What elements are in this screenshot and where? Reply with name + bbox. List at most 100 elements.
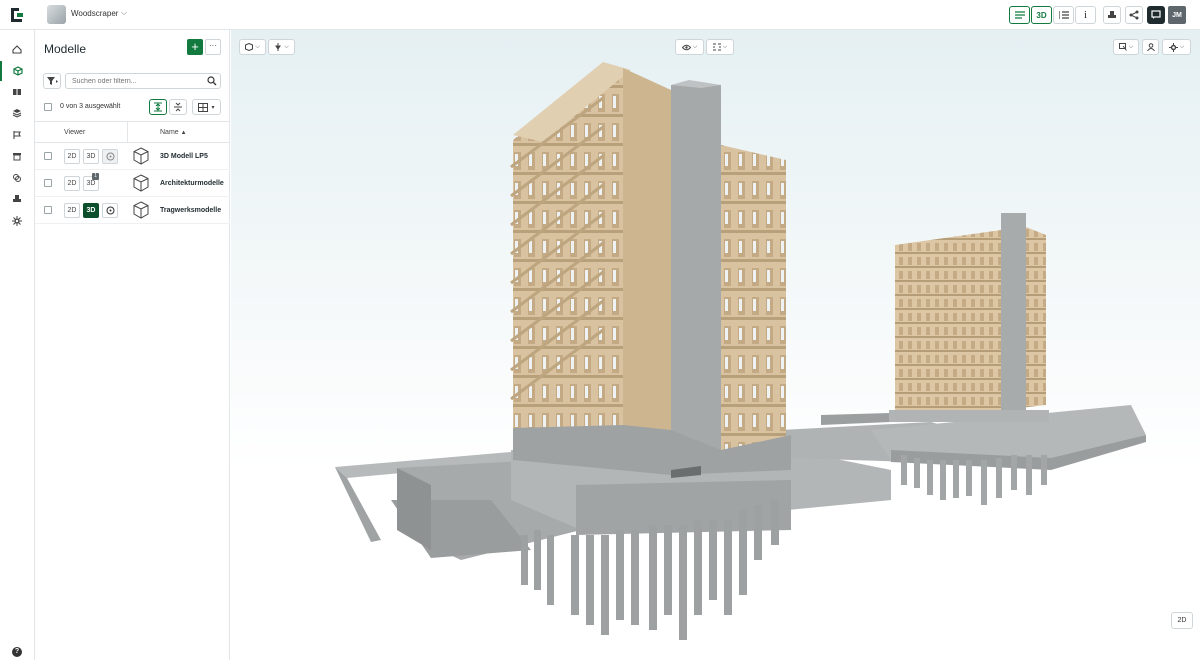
cube-icon xyxy=(245,43,254,51)
chevron-down-icon[interactable]: ⌵ xyxy=(121,8,127,18)
book-icon xyxy=(13,89,21,95)
gear-icon xyxy=(1168,42,1178,52)
project-thumbnail[interactable] xyxy=(47,5,66,24)
row-model-name[interactable]: Tragwerksmodelle xyxy=(160,207,221,214)
split-view-icon xyxy=(1058,11,1069,19)
filter-button[interactable] xyxy=(43,73,61,89)
top-bar: Woodscraper ⌵ 3D i JM xyxy=(0,0,1200,30)
share-button[interactable] xyxy=(1125,6,1143,24)
rail-layers[interactable] xyxy=(0,103,34,123)
sort-asc-icon: ▲ xyxy=(180,130,187,136)
rail-clash[interactable] xyxy=(0,168,34,188)
grid-icon xyxy=(198,102,209,112)
add-model-button[interactable]: + xyxy=(187,39,203,55)
select-tool-dropdown[interactable]: ⌵ xyxy=(1113,39,1139,55)
cursor-select-icon xyxy=(1118,43,1127,51)
panel-title: Modelle xyxy=(44,42,87,56)
target-icon xyxy=(106,206,114,215)
rail-documents[interactable] xyxy=(0,82,34,102)
open-3d-button[interactable]: 3D xyxy=(83,149,99,164)
table-row[interactable]: 2D 3D Tragwerksmodelle xyxy=(35,197,230,224)
add-to-view-button[interactable] xyxy=(102,149,118,164)
model-cube-icon xyxy=(13,66,23,76)
project-name[interactable]: Woodscraper xyxy=(71,9,118,18)
chevron-down-icon: ⌵ xyxy=(1179,43,1185,50)
clash-icon xyxy=(13,174,21,182)
archive-icon xyxy=(13,153,21,161)
target-icon xyxy=(106,152,114,161)
rail-issues[interactable] xyxy=(0,125,34,145)
table-row[interactable]: 2D 3D 1 Architekturmodelle xyxy=(35,170,230,197)
settings-icon xyxy=(12,216,22,226)
user-avatar[interactable]: JM xyxy=(1168,6,1186,24)
chevron-down-icon: ⌵ xyxy=(1128,43,1134,50)
model-cube-icon xyxy=(133,147,149,165)
row-model-name[interactable]: Architekturmodelle xyxy=(160,180,224,187)
column-name[interactable]: Name ▲ xyxy=(160,129,187,136)
rail-archive[interactable] xyxy=(0,146,34,166)
row-checkbox[interactable] xyxy=(44,179,52,187)
3d-viewer-canvas[interactable]: ⌵ ⌵ ⌵ ⌵ ⌵ ⌵ 2D xyxy=(231,30,1200,660)
more-options-button[interactable]: ··· xyxy=(205,39,221,55)
building-model-render[interactable] xyxy=(231,30,1200,660)
filter-icon xyxy=(47,77,58,85)
row-checkbox[interactable] xyxy=(44,206,52,214)
row-model-name[interactable]: 3D Modell LP5 xyxy=(160,153,208,160)
chevron-down-icon: ⌵ xyxy=(284,43,289,50)
collapse-all-button[interactable] xyxy=(169,99,187,115)
comments-button[interactable] xyxy=(1147,6,1165,24)
search-input[interactable] xyxy=(65,73,221,89)
chevron-down-icon: ▾ xyxy=(211,104,215,111)
open-2d-button[interactable]: 2D xyxy=(64,149,80,164)
visibility-dropdown[interactable]: ⌵ xyxy=(675,39,704,55)
comment-icon xyxy=(1151,10,1161,19)
app-logo-icon[interactable] xyxy=(8,6,26,24)
help-icon[interactable]: ? xyxy=(12,647,22,657)
models-panel: Modelle + ··· 0 von 3 ausgewählt ▾ Viewe… xyxy=(35,30,230,660)
column-divider[interactable] xyxy=(127,122,128,143)
list-view-button[interactable] xyxy=(1009,6,1030,24)
model-cube-icon xyxy=(133,174,149,192)
explode-icon xyxy=(712,43,721,51)
icon-rail xyxy=(0,30,35,660)
open-2d-button[interactable]: 2D xyxy=(64,176,80,191)
table-row[interactable]: 2D 3D 3D Modell LP5 xyxy=(35,143,230,170)
add-to-view-button[interactable] xyxy=(102,203,118,218)
info-icon: i xyxy=(1083,9,1088,21)
stamp-button[interactable] xyxy=(1103,6,1121,24)
table-header: Viewer Name ▲ xyxy=(35,121,230,143)
stamp-icon xyxy=(1108,11,1116,18)
chevron-down-icon: ⌵ xyxy=(722,43,728,50)
chevron-down-icon: ⌵ xyxy=(692,43,698,50)
open-3d-button-active[interactable]: 3D xyxy=(83,203,99,218)
app-window: Woodscraper ⌵ 3D i JM ? Modelle + ··· Su… xyxy=(0,0,1200,660)
issues-icon xyxy=(13,131,21,139)
viewer-settings-dropdown[interactable]: ⌵ xyxy=(1162,39,1191,55)
open-2d-button[interactable]: 2D xyxy=(64,203,80,218)
search-icon[interactable] xyxy=(207,76,217,86)
person-view-button[interactable] xyxy=(1142,39,1159,55)
selection-count: 0 von 3 ausgewählt xyxy=(60,103,121,110)
layout-dropdown[interactable]: ▾ xyxy=(192,99,221,115)
switch-2d-button[interactable]: 2D xyxy=(1171,612,1193,629)
stamp-icon xyxy=(13,195,21,202)
row-checkbox[interactable] xyxy=(44,152,52,160)
info-button[interactable]: i xyxy=(1075,6,1096,24)
share-icon xyxy=(1129,10,1139,20)
3d-view-button[interactable]: 3D xyxy=(1031,6,1052,24)
expand-all-button[interactable] xyxy=(149,99,167,115)
explode-dropdown[interactable]: ⌵ xyxy=(706,39,734,55)
select-all-checkbox[interactable] xyxy=(44,103,52,111)
home-icon xyxy=(12,45,22,54)
list-icon xyxy=(1014,11,1025,19)
rail-home[interactable] xyxy=(0,39,34,59)
split-view-button[interactable] xyxy=(1053,6,1074,24)
chevron-down-icon: ⌵ xyxy=(255,43,260,50)
rail-models[interactable] xyxy=(0,61,34,81)
view-cube-dropdown[interactable]: ⌵ xyxy=(239,39,266,55)
section-tool-dropdown[interactable]: ⌵ xyxy=(268,39,295,55)
rail-stamp[interactable] xyxy=(0,189,34,209)
column-viewer[interactable]: Viewer xyxy=(64,129,85,136)
rail-settings[interactable] xyxy=(0,211,34,231)
pin-icon xyxy=(275,43,282,51)
